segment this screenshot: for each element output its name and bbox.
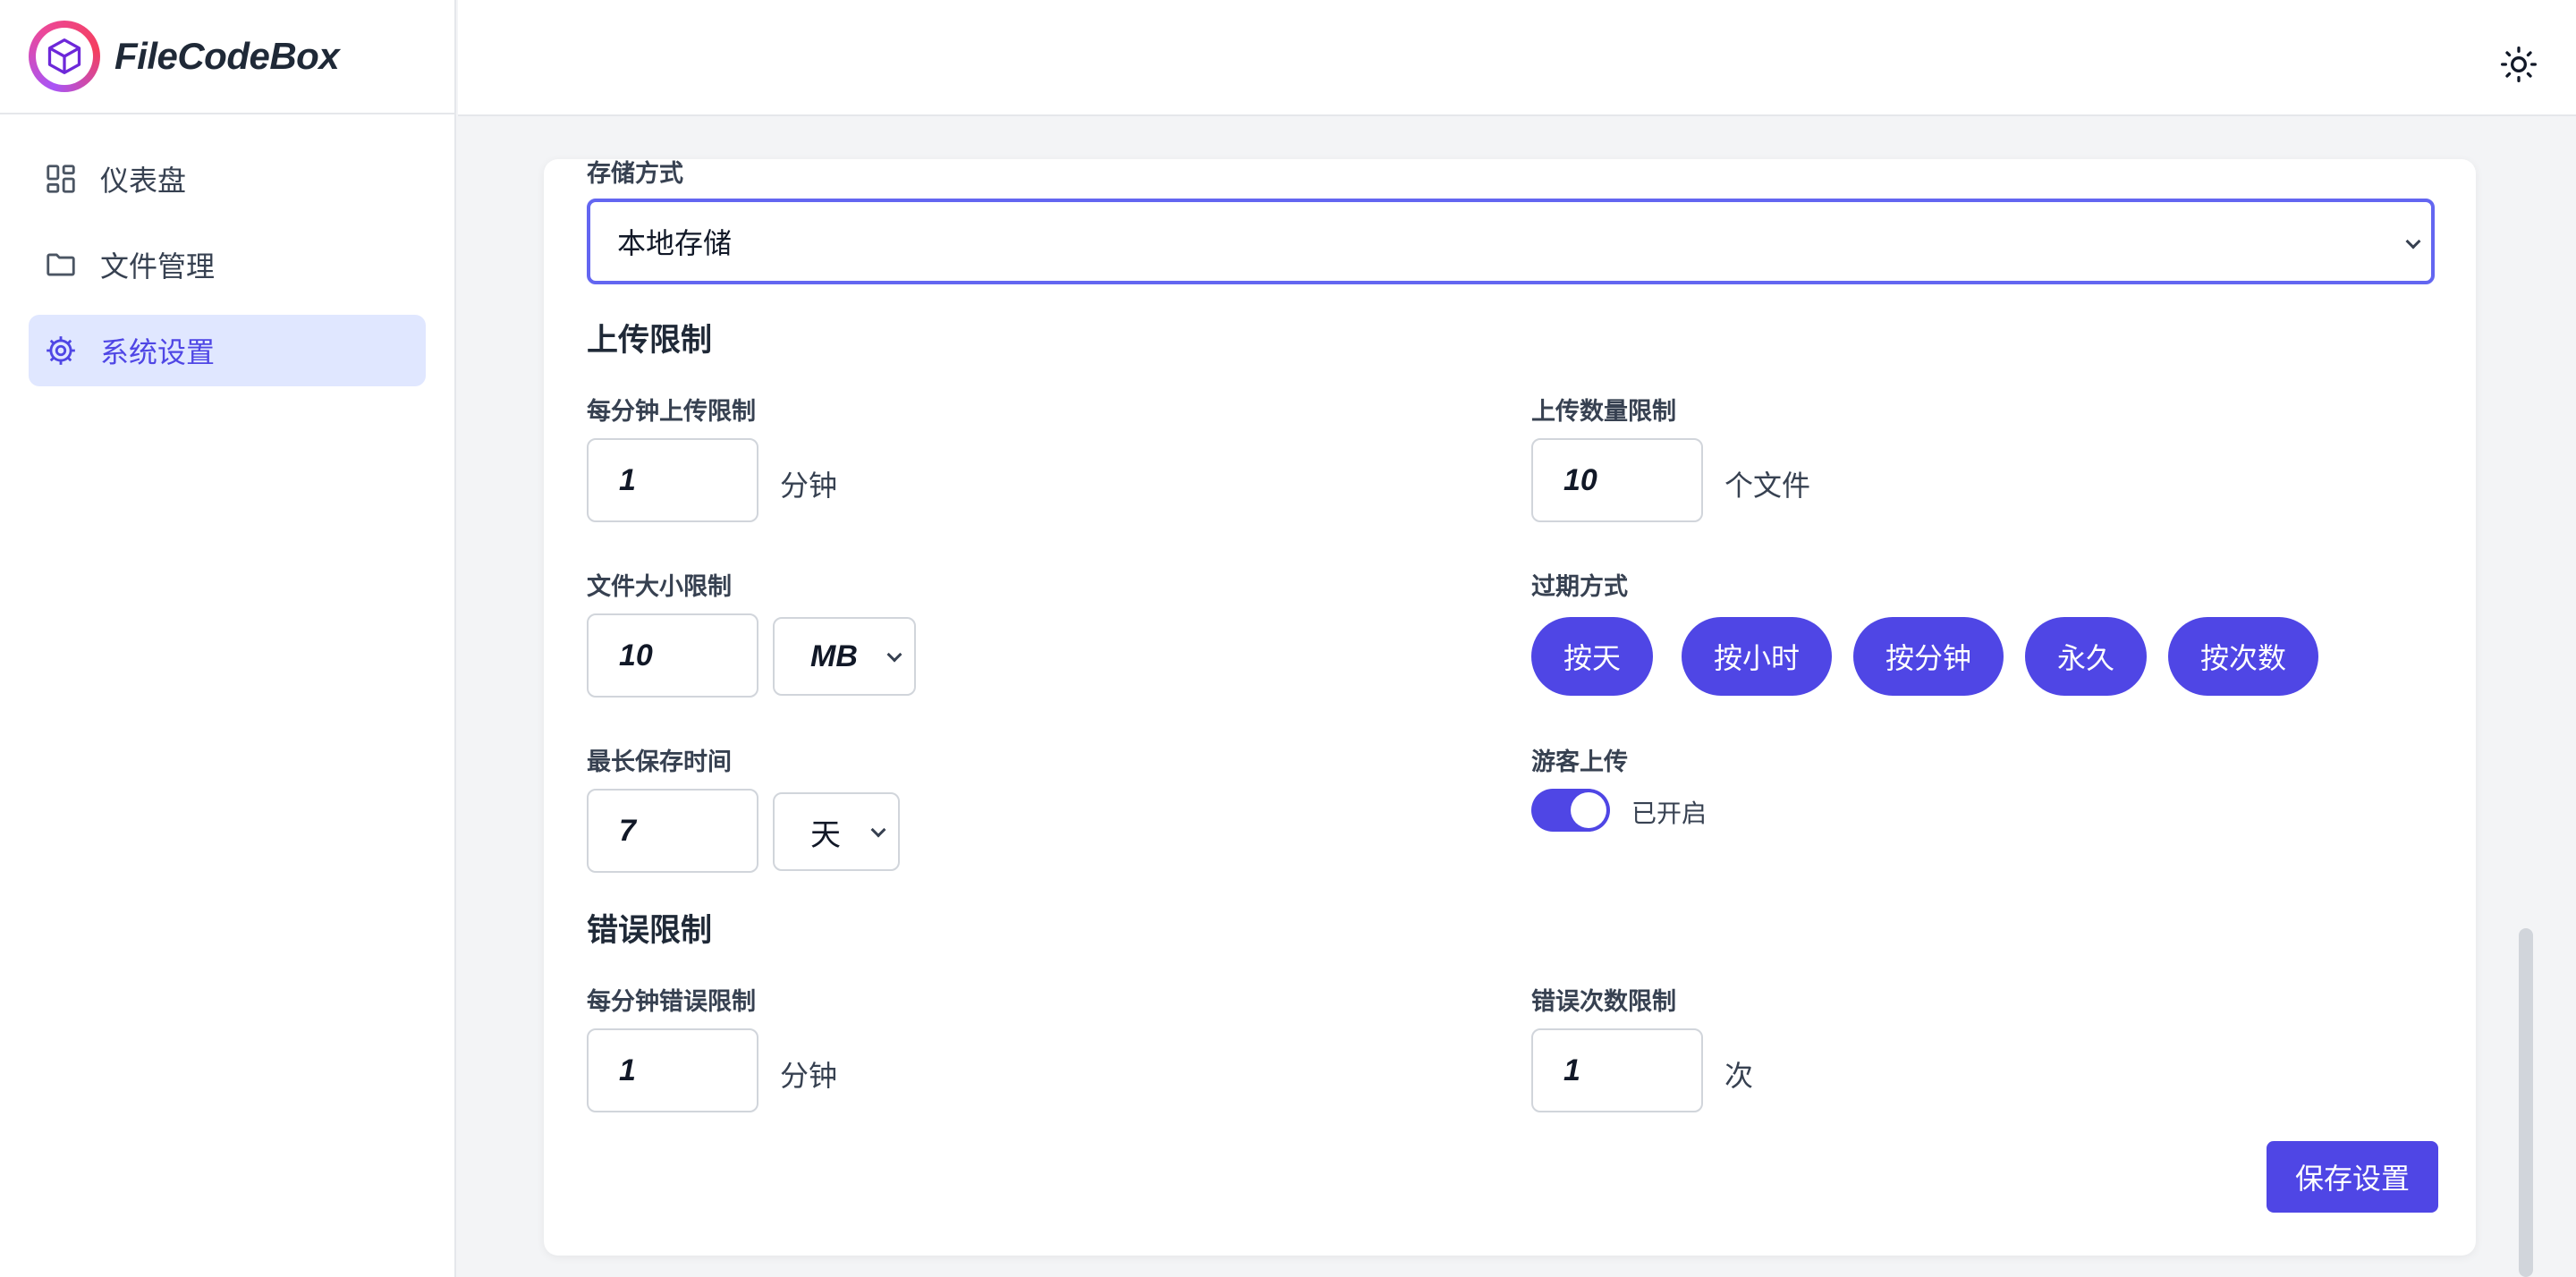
max-keep-label: 最长保存时间 bbox=[587, 748, 732, 775]
settings-card: 存储方式 本地存储 上传限制 每分钟上传限制 1 分钟 上传数量限制 10 个文… bbox=[544, 159, 2476, 1256]
error-section-title: 错误限制 bbox=[587, 913, 713, 948]
file-size-unit-select[interactable]: MB bbox=[773, 617, 916, 696]
upload-per-minute-label: 每分钟上传限制 bbox=[587, 398, 756, 425]
sidebar-nav: 仪表盘 文件管理 系统设置 bbox=[0, 114, 454, 386]
upload-count-input[interactable]: 10 bbox=[1531, 438, 1703, 522]
sidebar-item-dashboard[interactable]: 仪表盘 bbox=[29, 143, 426, 215]
sidebar-item-settings[interactable]: 系统设置 bbox=[29, 315, 426, 386]
topbar bbox=[458, 0, 2576, 116]
error-per-minute-input[interactable]: 1 bbox=[587, 1028, 758, 1112]
max-keep-input[interactable]: 7 bbox=[587, 789, 758, 873]
expire-option-forever[interactable]: 永久 bbox=[2025, 617, 2147, 696]
error-count-label: 错误次数限制 bbox=[1531, 988, 1676, 1015]
sidebar: FileCodeBox 仪表盘 文件管理 系统设置 bbox=[0, 0, 456, 1277]
max-keep-value: 7 bbox=[619, 813, 636, 848]
guest-upload-toggle[interactable] bbox=[1531, 789, 1610, 832]
chevron-down-icon bbox=[2405, 233, 2421, 249]
storage-select-value: 本地存储 bbox=[617, 227, 733, 259]
file-size-unit-value: MB bbox=[810, 638, 858, 673]
error-count-value: 1 bbox=[1563, 1053, 1580, 1087]
sidebar-item-label: 文件管理 bbox=[100, 250, 216, 283]
upload-count-value: 10 bbox=[1563, 462, 1597, 497]
file-size-input[interactable]: 10 bbox=[587, 613, 758, 698]
sun-icon[interactable] bbox=[2497, 43, 2540, 86]
storage-label: 存储方式 bbox=[587, 160, 683, 187]
chevron-down-icon bbox=[886, 647, 902, 663]
storage-select[interactable]: 本地存储 bbox=[587, 199, 2435, 284]
expire-option-count[interactable]: 按次数 bbox=[2168, 617, 2318, 696]
toggle-knob bbox=[1571, 792, 1606, 828]
expire-option-day[interactable]: 按天 bbox=[1531, 617, 1653, 696]
chevron-down-icon bbox=[870, 822, 886, 838]
upload-count-label: 上传数量限制 bbox=[1531, 398, 1676, 425]
guest-upload-status: 已开启 bbox=[1631, 799, 1707, 827]
sidebar-item-label: 系统设置 bbox=[100, 336, 216, 368]
error-per-minute-value: 1 bbox=[619, 1053, 636, 1087]
app-name: FileCodeBox bbox=[114, 35, 340, 77]
expire-label: 过期方式 bbox=[1531, 573, 1628, 600]
scrollbar[interactable] bbox=[2519, 928, 2533, 1277]
upload-count-unit: 个文件 bbox=[1724, 469, 1811, 502]
file-size-value: 10 bbox=[619, 638, 653, 672]
error-count-unit: 次 bbox=[1724, 1060, 1754, 1092]
max-keep-unit-select[interactable]: 天 bbox=[773, 792, 900, 871]
expire-option-hour[interactable]: 按小时 bbox=[1682, 617, 1832, 696]
file-size-label: 文件大小限制 bbox=[587, 573, 732, 600]
upload-per-minute-value: 1 bbox=[619, 462, 636, 497]
gear-icon bbox=[43, 333, 79, 368]
dashboard-icon bbox=[43, 161, 79, 197]
upload-per-minute-unit: 分钟 bbox=[780, 469, 838, 502]
error-per-minute-label: 每分钟错误限制 bbox=[587, 988, 756, 1015]
upload-section-title: 上传限制 bbox=[587, 323, 713, 358]
upload-per-minute-input[interactable]: 1 bbox=[587, 438, 758, 522]
error-count-input[interactable]: 1 bbox=[1531, 1028, 1703, 1112]
folder-icon bbox=[43, 247, 79, 283]
app-logo-icon bbox=[29, 21, 100, 92]
sidebar-item-label: 仪表盘 bbox=[100, 165, 187, 197]
expire-option-minute[interactable]: 按分钟 bbox=[1853, 617, 2004, 696]
brand[interactable]: FileCodeBox bbox=[0, 0, 454, 114]
guest-upload-label: 游客上传 bbox=[1531, 748, 1628, 775]
sidebar-item-files[interactable]: 文件管理 bbox=[29, 229, 426, 300]
error-per-minute-unit: 分钟 bbox=[780, 1060, 838, 1092]
max-keep-unit-value: 天 bbox=[810, 817, 841, 852]
save-settings-button[interactable]: 保存设置 bbox=[2267, 1141, 2438, 1213]
